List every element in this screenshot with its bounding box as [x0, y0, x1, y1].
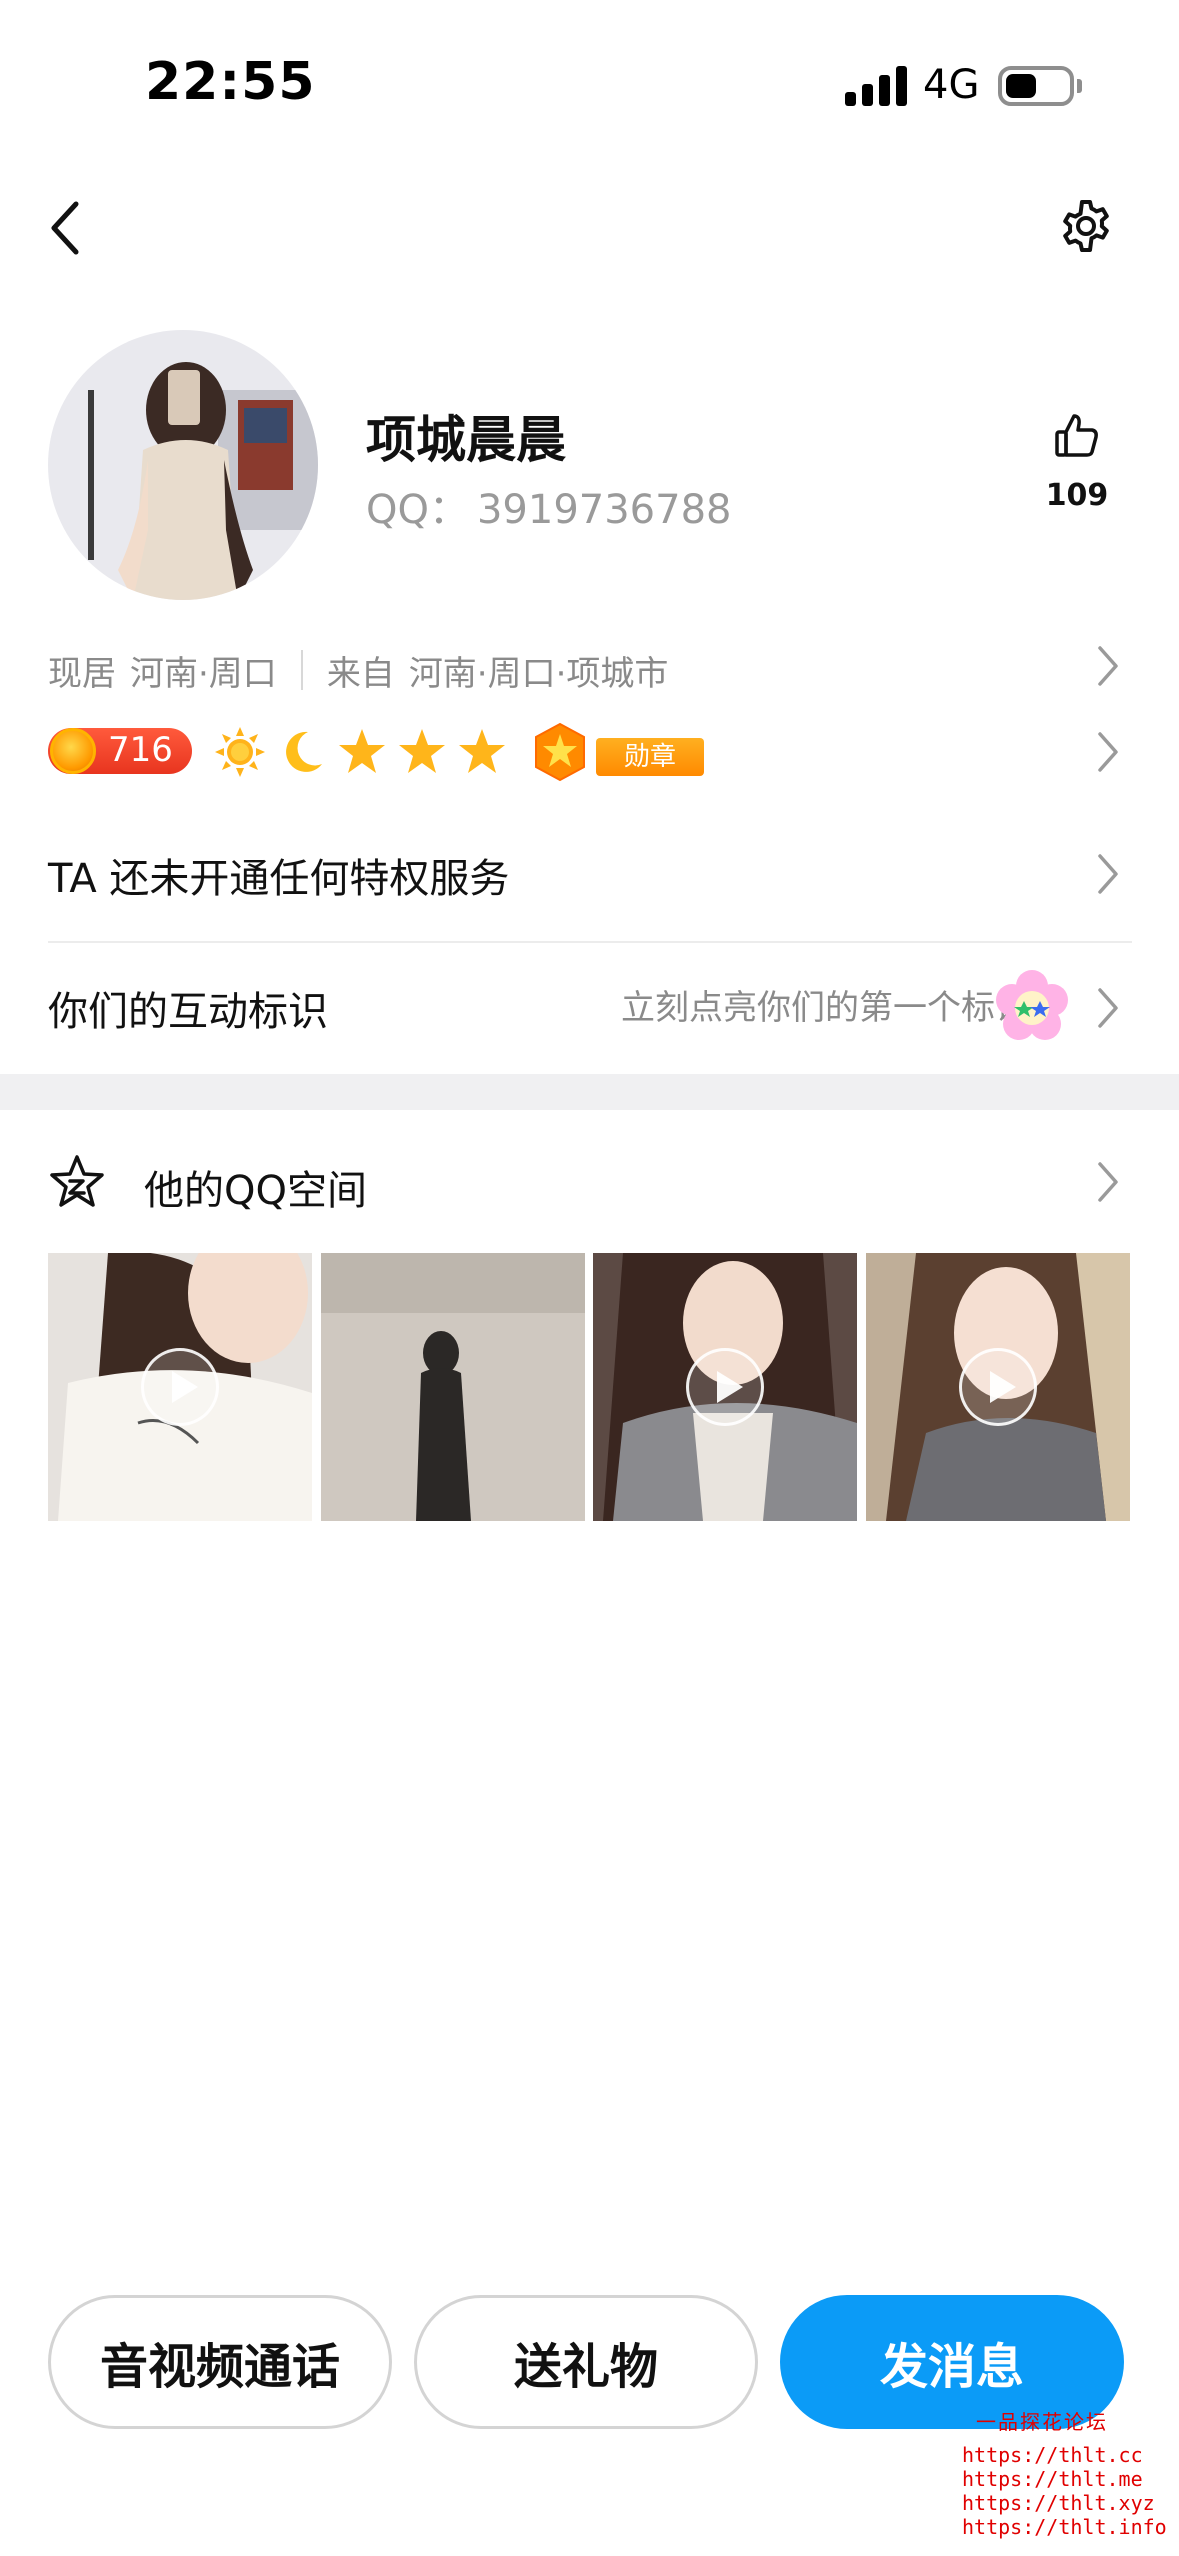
privilege-row[interactable]: TA 还未开通任何特权服务 [48, 810, 1132, 940]
play-icon [141, 1348, 219, 1426]
thumbnail-image [321, 1253, 585, 1521]
level-pill: 716 [48, 728, 192, 774]
level-coin-icon [50, 728, 96, 774]
gear-icon [1063, 200, 1109, 252]
send-gift-button[interactable]: 送礼物 [414, 2295, 758, 2429]
chevron-right-icon [1098, 1162, 1118, 1202]
like-count: 109 [1045, 478, 1109, 513]
medal-label: 勋章 [596, 738, 704, 776]
status-time: 22:55 [145, 52, 316, 112]
chevron-right-icon [1098, 732, 1118, 772]
location-row[interactable]: 现居 河南·周口 来自 河南·周口·项城市 [48, 640, 1128, 700]
watermark-url: https://thlt.info [962, 2515, 1167, 2539]
qq-number: 3919736788 [476, 487, 732, 533]
flower-badge-icon [996, 970, 1068, 1040]
watermark: 一品探花论坛 https://thlt.cc https://thlt.me h… [962, 2406, 1167, 2539]
video-thumbnail[interactable] [866, 1253, 1130, 1521]
signal-icon [845, 66, 907, 106]
like-button[interactable]: 109 [1040, 410, 1114, 520]
qzone-star-icon [50, 1155, 104, 1207]
medal-icon [535, 722, 585, 782]
battery-icon [998, 66, 1074, 106]
chevron-right-icon [1098, 854, 1118, 894]
video-thumbnail[interactable] [593, 1253, 857, 1521]
star-icon [459, 729, 505, 773]
watermark-url: https://thlt.xyz [962, 2491, 1155, 2515]
qzone-thumbnails [48, 1253, 1130, 1521]
watermark-title: 一品探花论坛 [976, 2410, 1108, 2434]
watermark-url: https://thlt.me [962, 2467, 1143, 2491]
qzone-header[interactable]: 他的QQ空间 [48, 1150, 1132, 1216]
current-location-label: 现居 [48, 653, 116, 694]
star-icon [339, 729, 385, 773]
avatar-photo [48, 330, 318, 600]
origin-value: 河南·周口·项城市 [408, 653, 669, 694]
chevron-right-icon [1098, 646, 1118, 686]
current-location-value: 河南·周口 [130, 653, 277, 694]
status-bar: 22:55 4G [0, 0, 1179, 150]
settings-button[interactable] [1058, 198, 1114, 254]
video-call-button[interactable]: 音视频通话 [48, 2295, 392, 2429]
avatar[interactable] [48, 330, 318, 600]
origin-label: 来自 [326, 653, 395, 694]
qzone-title: 他的QQ空间 [144, 1168, 367, 1214]
network-label: 4G [923, 62, 980, 108]
interaction-hint: 立刻点亮你们的第一个标识 [621, 988, 1029, 1028]
battery-tip [1077, 79, 1082, 93]
interaction-title: 你们的互动标识 [48, 989, 328, 1035]
moon-icon [286, 731, 322, 772]
chevron-left-icon [51, 201, 79, 255]
level-badges-row[interactable]: 716 勋章 [48, 722, 1148, 784]
nickname: 项城晨晨 [366, 411, 566, 469]
chevron-right-icon [1098, 988, 1118, 1028]
video-thumbnail[interactable] [321, 1253, 585, 1521]
play-icon [686, 1348, 764, 1426]
privilege-text: TA 还未开通任何特权服务 [48, 856, 510, 902]
qq-number-line: QQ： 3919736788 [366, 477, 731, 535]
video-thumbnail[interactable] [48, 1253, 312, 1521]
watermark-url: https://thlt.cc [962, 2443, 1143, 2467]
thumbs-up-icon [1055, 414, 1098, 457]
location-divider [300, 650, 303, 690]
section-separator [0, 1074, 1179, 1110]
sun-icon [215, 727, 265, 777]
star-icon [399, 729, 445, 773]
back-button[interactable] [42, 198, 92, 258]
qq-label: QQ： [366, 487, 469, 533]
play-icon [959, 1348, 1037, 1426]
level-number: 716 [108, 730, 173, 770]
